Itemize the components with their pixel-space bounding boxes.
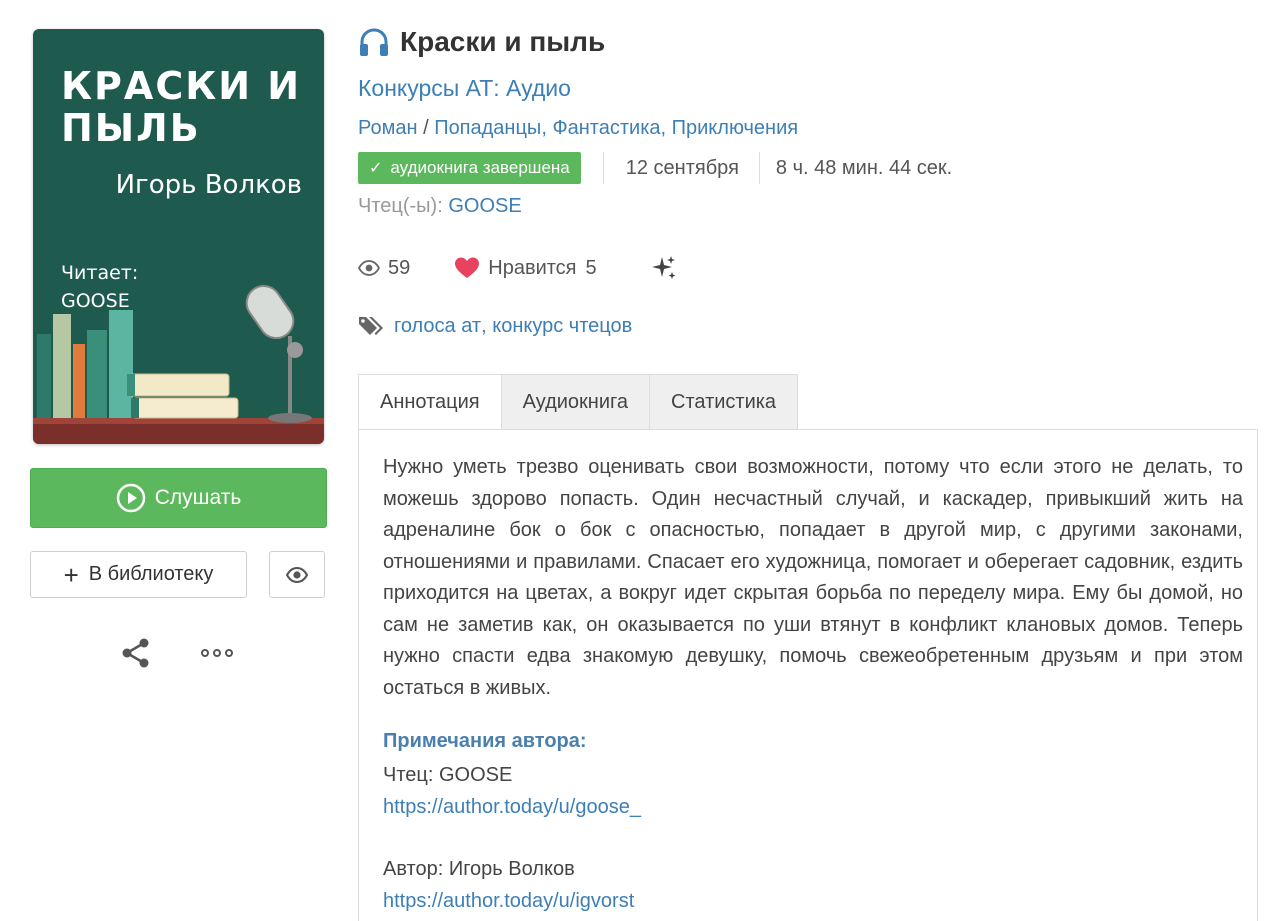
tabs: Аннотация Аудиокнига Статистика <box>358 374 799 430</box>
title-row: Краски и пыль <box>358 26 605 58</box>
tag-comma: , <box>481 314 493 337</box>
headphones-icon <box>360 28 388 56</box>
tab-audiobook[interactable]: Аудиокнига <box>501 374 651 430</box>
notes-author-link[interactable]: https://author.today/u/igvorst <box>383 890 634 913</box>
cover-title: КРАСКИ И ПЫЛЬ <box>61 64 302 150</box>
author-notes-title: Примечания автора: <box>383 730 587 752</box>
eye-icon <box>286 566 308 583</box>
genre-link-fantastika[interactable]: Фантастика <box>552 117 660 139</box>
reader-label: Чтец(-ы): <box>358 195 443 217</box>
reader-link[interactable]: GOOSE <box>448 195 521 217</box>
more-icon[interactable] <box>200 643 234 663</box>
genre-link-popadantsy[interactable]: Попаданцы <box>434 117 541 139</box>
play-circle-icon <box>116 483 145 513</box>
genres: Роман / Попаданцы, Фантастика, Приключен… <box>358 117 798 140</box>
audio-duration: 8 ч. 48 мин. 44 сек. <box>775 156 953 179</box>
plus-icon: + <box>63 559 79 590</box>
annotation-panel: Нужно уметь трезво оценивать свои возмож… <box>358 429 1258 921</box>
notes-reader-line: Чтец: GOOSE <box>383 764 513 786</box>
tab-annotation[interactable]: Аннотация <box>358 374 502 430</box>
add-to-library-label: В библиотеку <box>88 563 214 585</box>
genre-separator: / <box>417 117 435 139</box>
likes-count: 5 <box>585 256 597 279</box>
divider <box>758 152 760 184</box>
views-count: 59 <box>388 256 411 279</box>
status-text: аудиокнига завершена <box>390 158 570 177</box>
cover-author-text: Игорь Волков <box>115 170 302 200</box>
divider <box>602 152 604 184</box>
genre-comma: , <box>660 117 672 139</box>
stats-row: 59 Нравится 5 <box>358 253 677 283</box>
annotation-text: Нужно уметь трезво оценивать свои возмож… <box>383 456 1243 699</box>
views-counter: 59 <box>358 257 410 280</box>
genre-comma: , <box>541 117 553 139</box>
info-row: ✓ аудиокнига завершена 12 сентября 8 ч. … <box>358 152 952 184</box>
sparkle-icon[interactable] <box>651 255 677 281</box>
genre-form-link[interactable]: Роман <box>358 117 418 139</box>
likes-label: Нравится <box>488 256 577 279</box>
tags-row: голоса ат, конкурс чтецов <box>358 314 632 338</box>
watch-button[interactable] <box>269 551 325 598</box>
notes-reader-link[interactable]: https://author.today/u/goose_ <box>383 796 641 819</box>
listen-button-label: Слушать <box>154 486 242 509</box>
check-icon: ✓ <box>369 160 383 177</box>
book-title: Краски и пыль <box>400 26 606 57</box>
share-icon[interactable] <box>120 637 152 669</box>
status-badge: ✓ аудиокнига завершена <box>358 152 581 184</box>
cover-illustration <box>33 284 324 444</box>
heart-icon <box>455 257 480 278</box>
publish-date: 12 сентября <box>625 156 739 179</box>
tags-icon <box>359 317 383 335</box>
reader-row: Чтец(-ы): GOOSE <box>358 195 522 218</box>
like-button[interactable]: Нравится 5 <box>454 256 597 280</box>
book-cover[interactable]: КРАСКИ И ПЫЛЬ Игорь Волков Читает: GOOSE <box>33 29 324 444</box>
eye-icon <box>358 260 380 276</box>
series-link[interactable]: Конкурсы АТ: Аудио <box>358 75 571 102</box>
tag-link-golosa-at[interactable]: голоса ат <box>394 315 481 338</box>
cover-author: Игорь Волков <box>116 169 302 201</box>
genre-link-priklyucheniya[interactable]: Приключения <box>672 117 798 139</box>
listen-button[interactable]: Слушать <box>30 468 327 528</box>
tab-statistics[interactable]: Статистика <box>650 374 799 430</box>
add-to-library-button[interactable]: + В библиотеку <box>30 551 247 598</box>
notes-author-line: Автор: Игорь Волков <box>383 858 575 880</box>
tag-link-konkurs-chtetsov[interactable]: конкурс чтецов <box>492 315 632 338</box>
